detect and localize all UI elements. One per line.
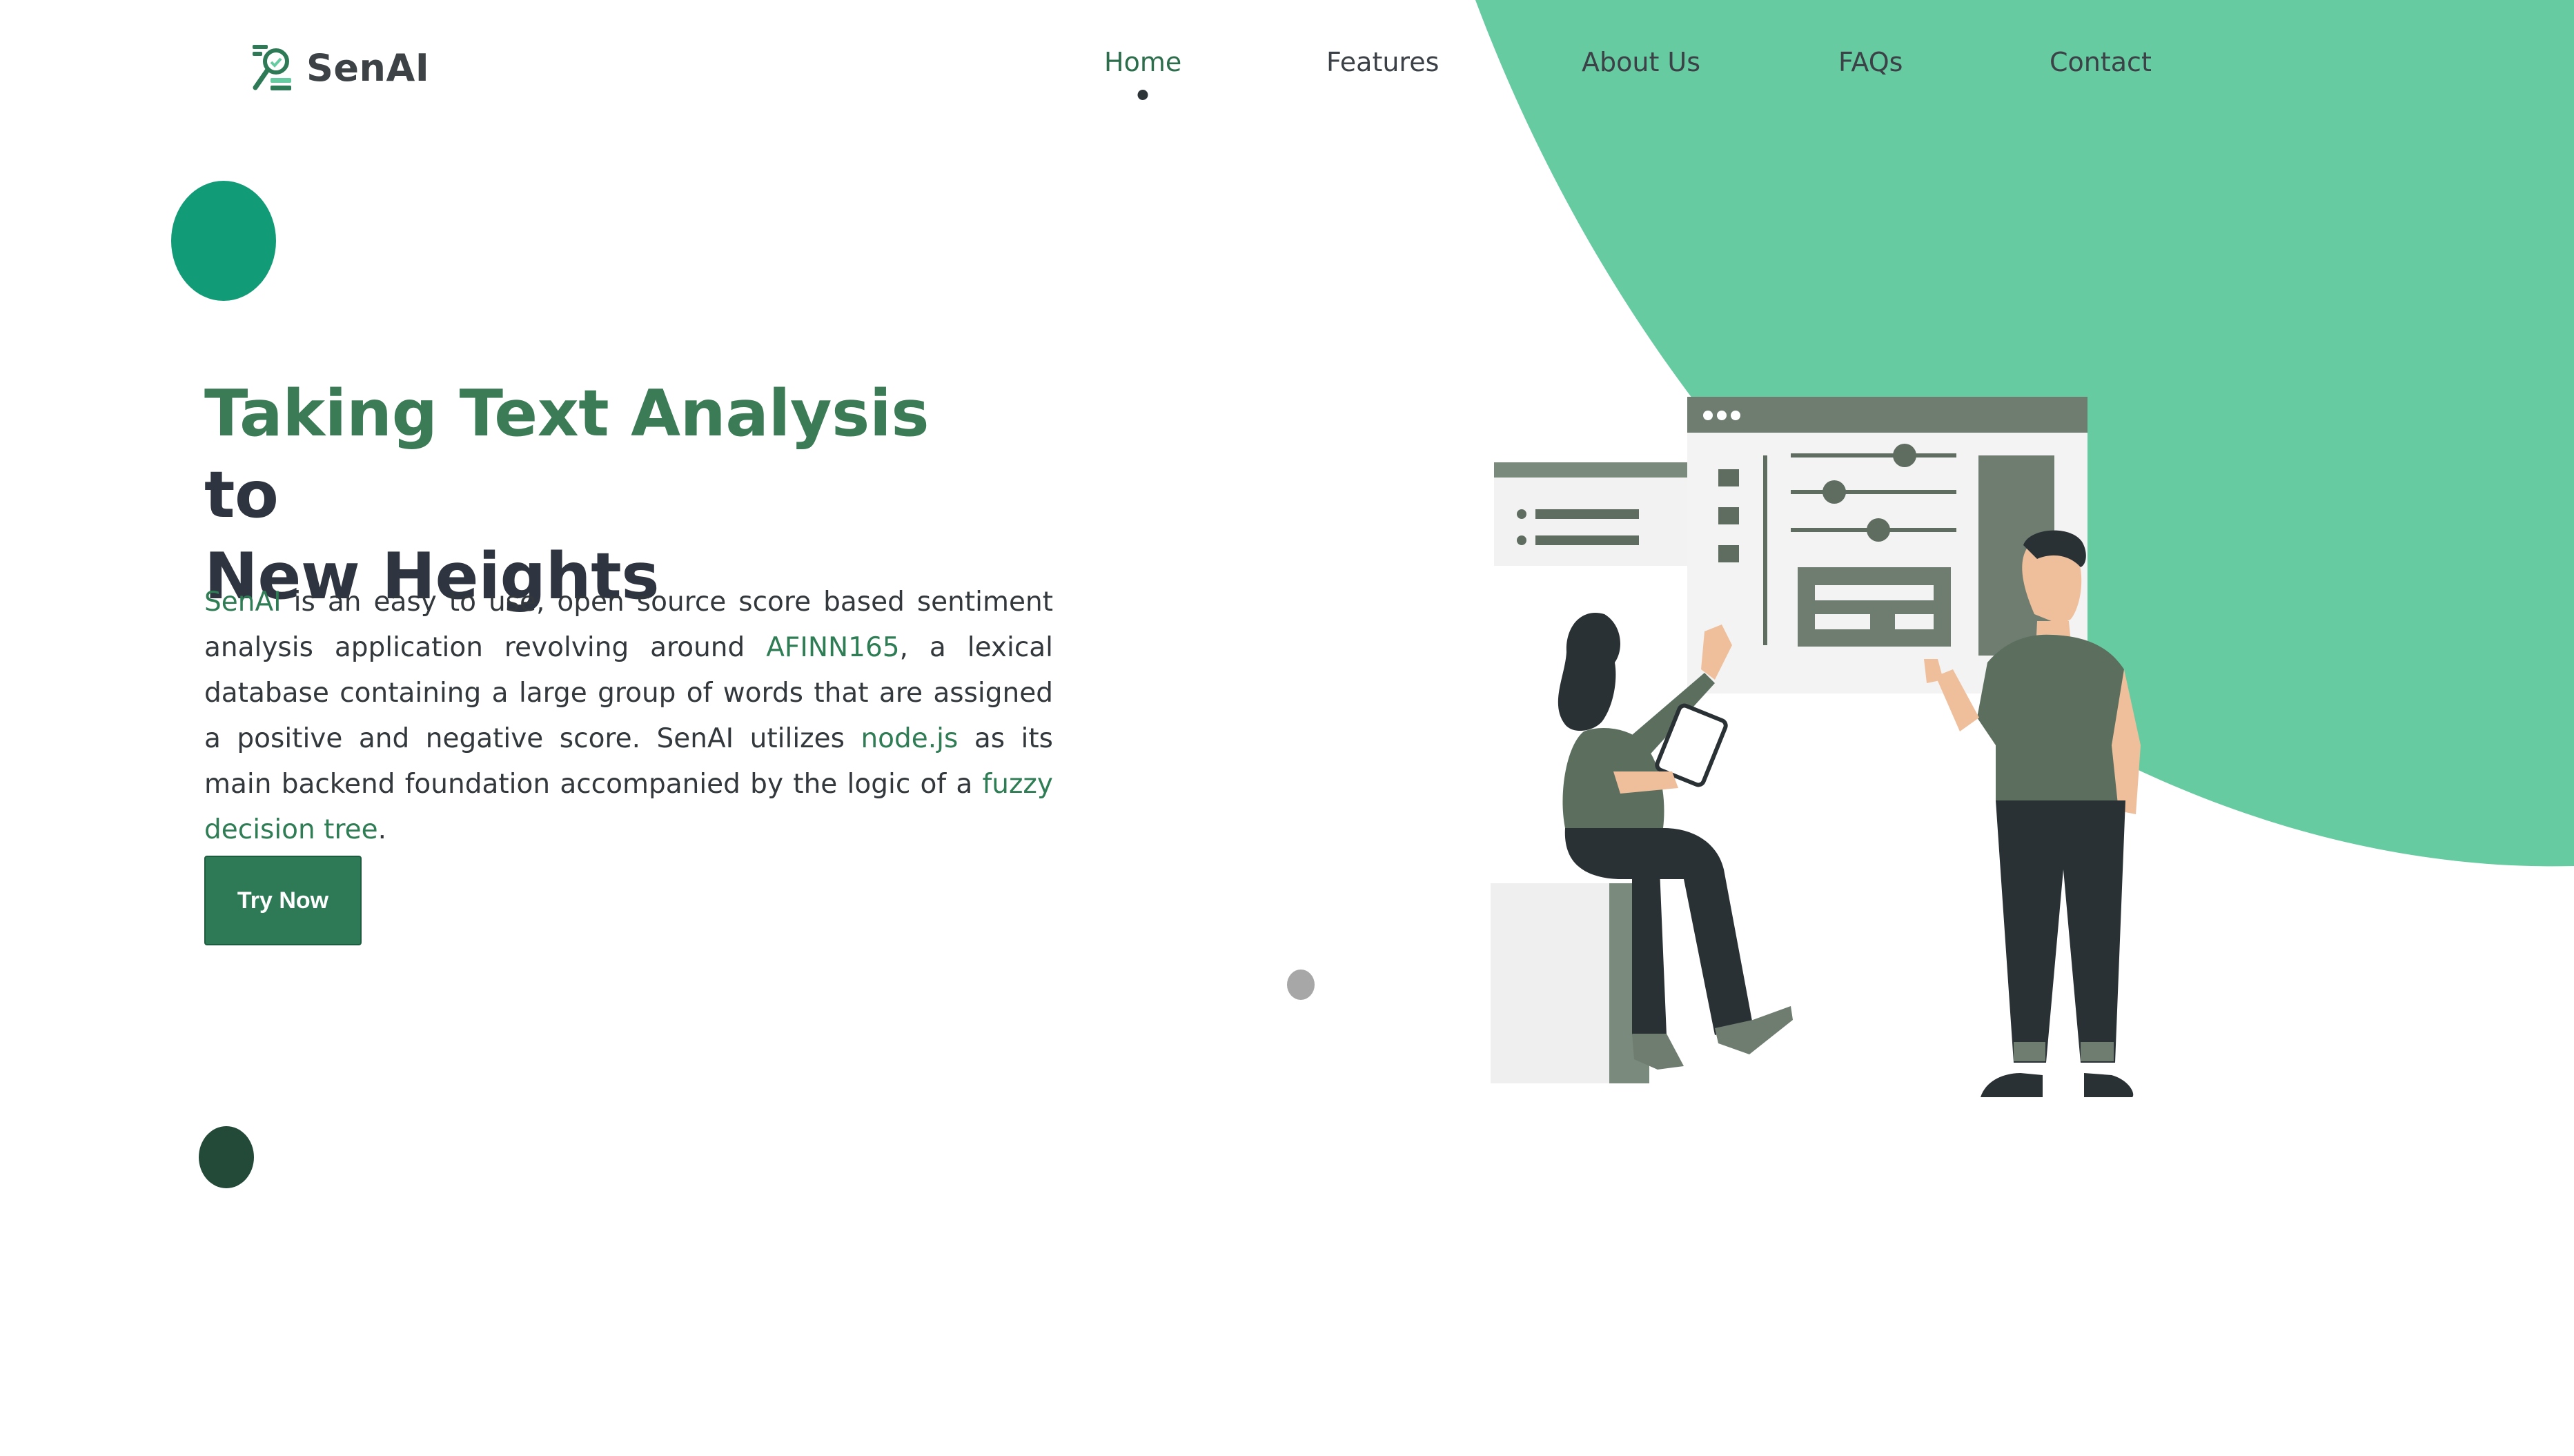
- forest-decorative-dot: [199, 1126, 254, 1188]
- senai-link[interactable]: SenAI: [204, 587, 282, 618]
- nav-features[interactable]: Features: [1326, 47, 1439, 77]
- grey-decorative-dot: [1287, 970, 1315, 1000]
- nav-contact-label: Contact: [2050, 47, 2152, 77]
- nav-faqs-label: FAQs: [1838, 47, 1903, 77]
- team-dashboard-illustration: [1491, 397, 2141, 1097]
- nav-about-us[interactable]: About Us: [1582, 47, 1700, 77]
- afinn165-link[interactable]: AFINN165: [766, 632, 899, 663]
- nav-home[interactable]: Home: [1104, 47, 1182, 100]
- active-indicator-dot: [1137, 90, 1148, 100]
- hero-title-to: to: [204, 458, 279, 532]
- hero-title-highlight: Taking Text Analysis: [204, 376, 930, 451]
- try-now-button[interactable]: Try Now: [204, 856, 362, 945]
- nav-about-us-label: About Us: [1582, 47, 1701, 77]
- hero-description: SenAI is an easy to use, open source sco…: [204, 580, 1053, 853]
- nav-home-label: Home: [1104, 47, 1182, 77]
- main-nav: Home Features About Us FAQs Contact: [0, 47, 2574, 102]
- nodejs-link[interactable]: node.js: [861, 723, 958, 754]
- nav-contact[interactable]: Contact: [2050, 47, 2152, 77]
- teal-decorative-dot: [171, 181, 276, 301]
- nav-faqs[interactable]: FAQs: [1838, 47, 1903, 77]
- nav-features-label: Features: [1326, 47, 1440, 77]
- landing-page: SenAI Home Features About Us FAQs Contac…: [0, 0, 2574, 1456]
- desc-part-4: .: [377, 814, 387, 845]
